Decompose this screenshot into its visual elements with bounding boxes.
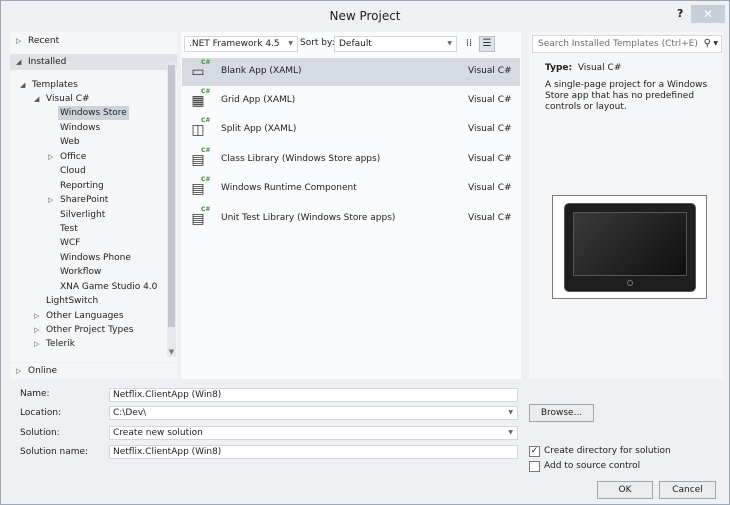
expand-arrow-icon: ▷ — [34, 312, 40, 320]
csharp-badge-icon: C# — [201, 176, 211, 183]
tablet-screen — [573, 212, 687, 276]
cancel-button[interactable]: Cancel — [659, 481, 716, 499]
small-icons-view-icon[interactable]: ⁞⁞ — [461, 36, 477, 52]
template-row[interactable]: ◫ C# Split App (XAML) Visual C# — [182, 116, 520, 144]
collapse-arrow-icon: ◢ — [34, 95, 40, 103]
expand-arrow-icon: ▷ — [34, 340, 40, 348]
nav-item-reporting[interactable]: Reporting — [60, 179, 104, 193]
chevron-down-icon[interactable]: ▼ — [508, 427, 513, 439]
csharp-badge-icon: C# — [201, 88, 211, 95]
dialog-title: New Project — [329, 9, 401, 23]
location-field[interactable]: C:\Dev\ ▼ — [109, 406, 518, 420]
csharp-badge-icon: C# — [201, 206, 211, 213]
nav-item-wcf[interactable]: WCF — [60, 236, 80, 250]
chevron-down-icon[interactable]: ▼ — [508, 407, 513, 419]
template-row[interactable]: ▤ C# Class Library (Windows Store apps) … — [182, 146, 520, 174]
solution-name-label: Solution name: — [20, 447, 89, 457]
template-row[interactable]: ▤ C# Windows Runtime Component Visual C# — [182, 175, 520, 203]
template-nav-tree: ▷ Recent ◢ Installed ◢ Templates ◢ Visual C#… — [10, 32, 177, 362]
nav-item-silverlight[interactable]: Silverlight — [60, 208, 105, 222]
collapse-arrow-icon: ◢ — [20, 81, 26, 89]
csharp-badge-icon: C# — [201, 147, 211, 154]
nav-item-web[interactable]: Web — [60, 135, 80, 149]
expand-arrow-icon: ▷ — [48, 196, 54, 204]
chevron-down-icon: ▼ — [447, 40, 452, 47]
nav-item-test[interactable]: Test — [60, 222, 78, 236]
sort-select[interactable]: Default ▼ — [334, 36, 457, 52]
title-bar: New Project ? ✕ — [1, 1, 729, 31]
nav-scrollbar-thumb[interactable] — [168, 65, 175, 327]
nav-item-windows-store[interactable]: Windows Store — [58, 106, 129, 120]
nav-item-cloud[interactable]: Cloud — [60, 164, 86, 178]
nav-other-project-types[interactable]: ▷ Other Project Types — [34, 323, 133, 337]
expand-arrow-icon: ▷ — [16, 37, 22, 45]
create-directory-checkbox[interactable]: ✓ — [529, 446, 540, 457]
nav-scrollbar[interactable] — [167, 61, 176, 357]
windows-button-icon — [627, 280, 633, 286]
add-source-control-label: Add to source control — [544, 461, 641, 471]
template-preview — [552, 195, 707, 299]
name-label: Name: — [20, 389, 50, 399]
csharp-badge-icon: C# — [201, 117, 211, 124]
csharp-badge-icon: C# — [201, 59, 211, 66]
close-button[interactable]: ✕ — [691, 5, 725, 23]
template-description: A single-page project for a Windows Stor… — [545, 80, 708, 112]
nav-recent[interactable]: ▷ Recent — [10, 34, 177, 48]
solution-label: Solution: — [20, 428, 60, 438]
nav-online[interactable]: ▷ Online — [10, 363, 177, 379]
nav-item-office[interactable]: ▷ Office — [48, 150, 86, 164]
expand-arrow-icon: ▷ — [48, 153, 54, 161]
nav-item-windows[interactable]: Windows — [60, 121, 100, 135]
template-row[interactable]: ▦ C# Grid App (XAML) Visual C# — [182, 87, 520, 115]
create-directory-label: Create directory for solution — [544, 446, 671, 456]
scroll-down-arrow-icon[interactable]: ▼ — [167, 348, 176, 358]
nav-item-sharepoint[interactable]: ▷ SharePoint — [48, 193, 108, 207]
help-button[interactable]: ? — [677, 7, 683, 20]
expand-arrow-icon: ▷ — [34, 326, 40, 334]
nav-other-languages[interactable]: ▷ Other Languages — [34, 309, 124, 323]
location-label: Location: — [20, 408, 62, 418]
expand-arrow-icon: ▷ — [16, 367, 22, 375]
name-field[interactable]: Netflix.ClientApp (Win8) — [109, 388, 518, 402]
add-source-control-checkbox[interactable] — [529, 461, 540, 472]
chevron-down-icon[interactable]: ▼ — [713, 36, 718, 52]
search-input[interactable]: Search Installed Templates (Ctrl+E) ⚲ ▼ — [532, 35, 722, 53]
nav-visual-csharp[interactable]: ◢ Visual C# — [34, 92, 90, 106]
new-project-dialog: New Project ? ✕ ▷ Recent ◢ Installed ◢ Temp… — [0, 0, 730, 505]
nav-item-workflow[interactable]: Workflow — [60, 265, 101, 279]
framework-select[interactable]: .NET Framework 4.5 ▼ — [184, 36, 298, 52]
solution-select[interactable]: Create new solution ▼ — [109, 426, 518, 440]
nav-templates[interactable]: ◢ Templates — [20, 78, 78, 92]
nav-installed[interactable]: ◢ Installed — [10, 54, 177, 70]
nav-item-xna[interactable]: XNA Game Studio 4.0 — [60, 280, 157, 294]
template-type: Type: Visual C# — [545, 63, 622, 73]
nav-item-windows-phone[interactable]: Windows Phone — [60, 251, 131, 265]
search-icon[interactable]: ⚲ — [704, 36, 711, 52]
browse-button[interactable]: Browse... — [529, 404, 594, 422]
template-row[interactable]: ▤ C# Unit Test Library (Windows Store ap… — [182, 205, 520, 233]
sort-by-label: Sort by: — [300, 38, 335, 48]
ok-button[interactable]: OK — [597, 481, 653, 499]
collapse-arrow-icon: ◢ — [16, 58, 22, 66]
tablet-preview-image — [564, 203, 696, 292]
template-row[interactable]: ▭ C# Blank App (XAML) Visual C# — [182, 58, 520, 86]
solution-name-field[interactable]: Netflix.ClientApp (Win8) — [109, 445, 518, 459]
chevron-down-icon: ▼ — [288, 40, 293, 47]
list-view-icon[interactable]: ☰ — [479, 36, 495, 52]
nav-lightswitch[interactable]: LightSwitch — [46, 294, 98, 308]
nav-telerik[interactable]: ▷ Telerik — [34, 337, 75, 351]
